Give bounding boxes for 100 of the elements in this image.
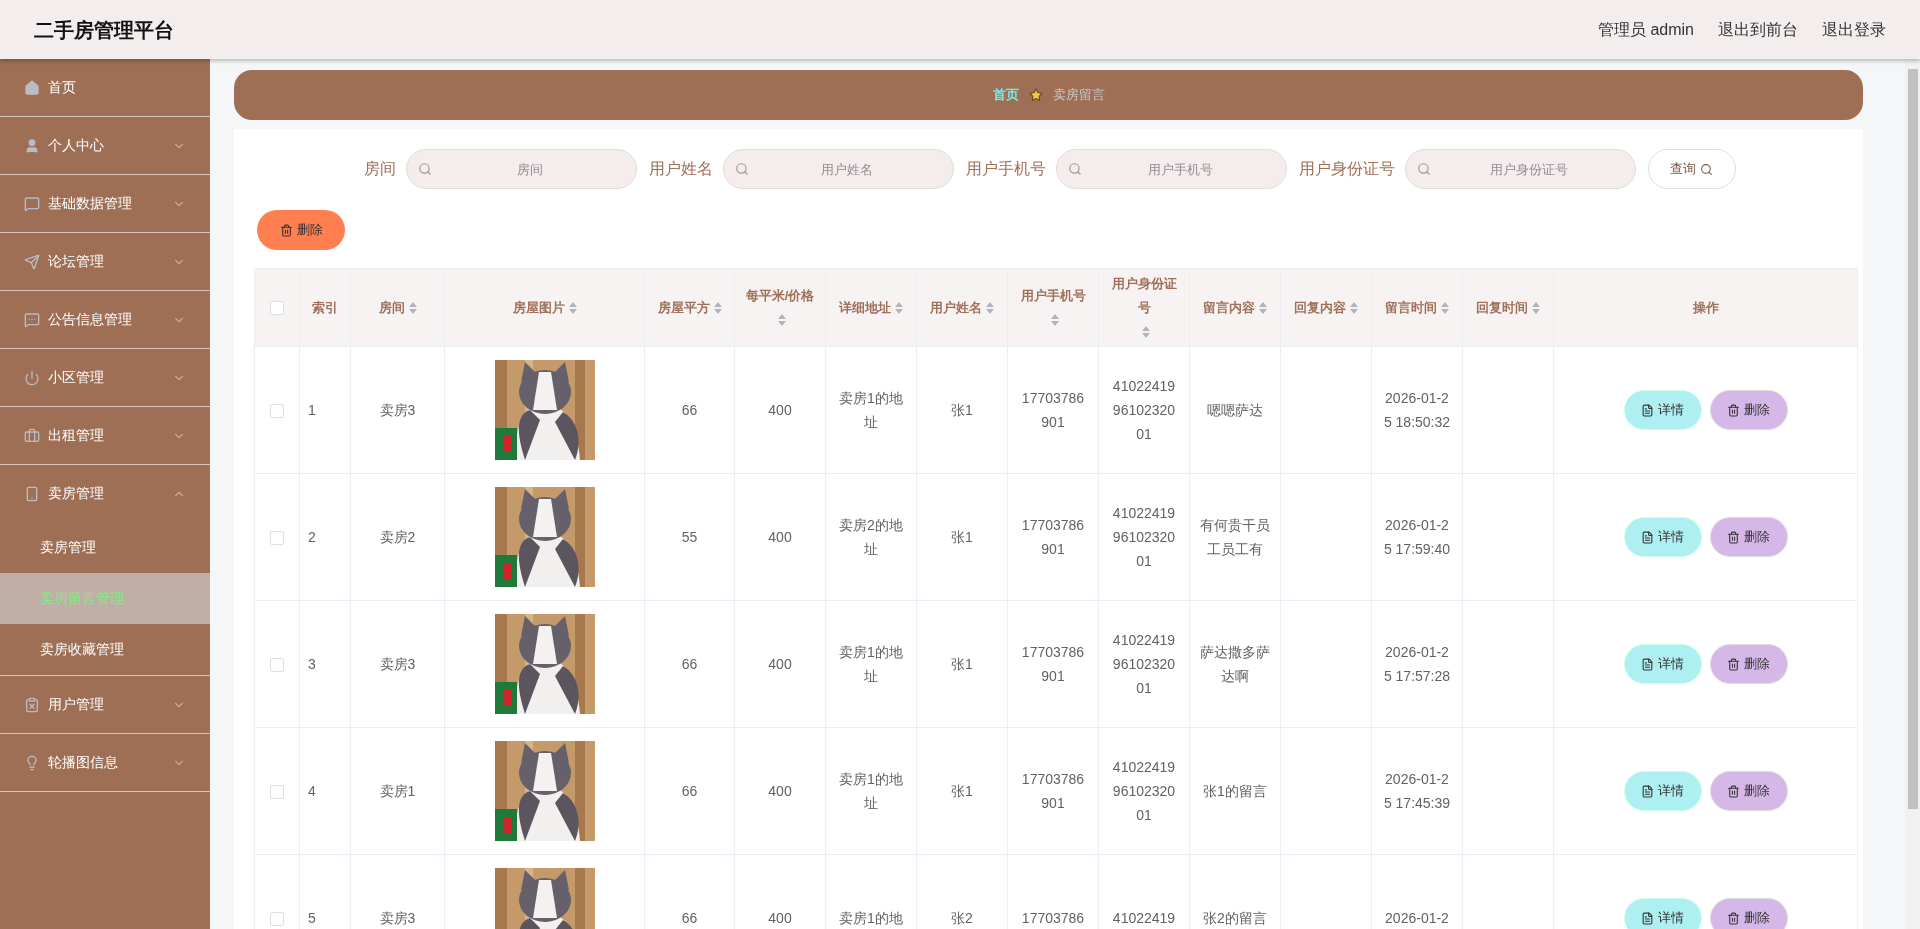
table-cell-text: 1: [308, 401, 316, 420]
trash-icon: [1727, 784, 1740, 798]
delete-button[interactable]: 删除: [1709, 517, 1788, 557]
sort-icon[interactable]: [778, 314, 786, 327]
column-heading[interactable]: 用户身份证号: [1098, 268, 1190, 347]
sidebar-item[interactable]: 论坛管理: [0, 233, 210, 290]
checkbox[interactable]: [270, 301, 284, 316]
breadcrumb-link[interactable]: 卖房留言: [1052, 85, 1105, 105]
table-cell-text: 5: [308, 909, 316, 928]
search-field[interactable]: 房间: [405, 149, 637, 189]
checkbox[interactable]: [270, 784, 284, 799]
table-cell-text: 2026-01-25 18:50:32: [1382, 389, 1452, 432]
header-link[interactable]: 退出到前台: [1718, 17, 1798, 42]
checkbox[interactable]: [270, 530, 284, 545]
table-cell-text: 400: [768, 655, 792, 674]
delete-button[interactable]: 删除: [1709, 771, 1788, 811]
paper-plane-icon: [24, 253, 40, 270]
table-cell-text: 2026-01-25 17:59:40: [1382, 516, 1452, 559]
table-cell-text: 张1的留言: [1203, 782, 1267, 801]
phone-icon: [24, 485, 40, 502]
sort-icon[interactable]: [1142, 326, 1150, 339]
column-heading[interactable]: 索引: [299, 268, 351, 347]
sort-icon[interactable]: [713, 301, 722, 314]
sidebar-item[interactable]: 首页: [0, 59, 210, 116]
sidebar-item[interactable]: 小区管理: [0, 349, 210, 406]
search-field[interactable]: 用户手机号: [1055, 149, 1287, 189]
table-cell-text: 400: [768, 909, 792, 928]
sort-icon[interactable]: [895, 301, 903, 314]
column-heading[interactable]: 用户手机号: [1007, 268, 1099, 347]
column-heading[interactable]: 留言时间: [1371, 268, 1463, 347]
sort-icon[interactable]: [1441, 301, 1449, 314]
header-link[interactable]: 管理员 admin: [1597, 17, 1694, 42]
lightbulb-icon: [24, 754, 40, 771]
sidebar-item[interactable]: 基础数据管理: [0, 175, 210, 232]
filter-label: 用户姓名: [648, 159, 713, 179]
sidebar-item[interactable]: 卖房管理: [0, 465, 210, 522]
sort-icon[interactable]: [986, 301, 994, 314]
column-heading[interactable]: 回复内容: [1280, 268, 1372, 347]
table-cell-text: 66: [681, 655, 698, 674]
delete-button[interactable]: 删除: [1709, 898, 1788, 929]
trash-icon: [1727, 657, 1740, 671]
column-heading[interactable]: 房屋图片: [444, 268, 645, 347]
home-icon: [24, 79, 40, 96]
table-cell-text: 66: [681, 909, 698, 928]
column-heading[interactable]: 详细地址: [825, 268, 917, 347]
table-cell-text: 410224199610232001: [1111, 377, 1177, 444]
delete-button[interactable]: 删除: [1709, 390, 1788, 430]
breadcrumb-link[interactable]: 首页: [992, 85, 1019, 105]
sort-icon[interactable]: [1051, 314, 1059, 327]
column-heading[interactable]: 操作: [1553, 268, 1858, 347]
details-button[interactable]: 详情: [1623, 390, 1702, 430]
details-button[interactable]: 详情: [1623, 898, 1702, 929]
details-button[interactable]: 详情: [1623, 517, 1702, 557]
sidebar-item[interactable]: 用户管理: [0, 676, 210, 733]
sort-icon[interactable]: [1532, 301, 1540, 314]
sidebar-item[interactable]: 个人中心: [0, 117, 210, 174]
sidebar-item[interactable]: 轮播图信息: [0, 734, 210, 791]
search-button[interactable]: 查询: [1647, 149, 1736, 189]
search-field[interactable]: 用户姓名: [722, 149, 954, 189]
details-button[interactable]: 详情: [1623, 644, 1702, 684]
checkbox[interactable]: [270, 911, 284, 926]
table-cell-text: 400: [768, 528, 792, 547]
sidebar-subitem[interactable]: 卖房管理: [0, 522, 210, 573]
sidebar-item[interactable]: 公告信息管理: [0, 291, 210, 348]
column-heading[interactable]: 房间: [350, 268, 445, 347]
search-field[interactable]: 用户身份证号: [1404, 149, 1636, 189]
table-cell-text: 17703786901: [1020, 389, 1086, 432]
checkbox[interactable]: [270, 657, 284, 672]
trash-icon: [1727, 530, 1740, 544]
sort-icon[interactable]: [568, 301, 577, 314]
table-cell-text: 卖房3: [379, 401, 416, 420]
delete-button[interactable]: 删除: [257, 210, 345, 250]
table-cell-text: 2026-01-2: [1385, 909, 1449, 928]
details-button[interactable]: 详情: [1623, 771, 1702, 811]
checkbox[interactable]: [270, 403, 284, 418]
search-icon: [734, 162, 749, 176]
table-cell-text: 萨达撒多萨达啊: [1199, 643, 1271, 686]
table-cell-text: 卖房1的地址: [838, 389, 904, 432]
header-link[interactable]: 退出登录: [1822, 17, 1886, 42]
delete-button[interactable]: 删除: [1709, 644, 1788, 684]
table-cell-text: 410224199610232001: [1111, 504, 1177, 571]
table-cell-text: 张1: [951, 655, 973, 674]
table-cell-text: 张2: [951, 909, 973, 928]
column-heading[interactable]: 留言内容: [1189, 268, 1281, 347]
sidebar-subitem[interactable]: 卖房收藏管理: [0, 624, 210, 675]
table-cell-text: 66: [681, 401, 698, 420]
document-icon: [1641, 911, 1654, 925]
column-heading[interactable]: 房屋平方: [644, 268, 735, 347]
sort-icon[interactable]: [1350, 301, 1358, 314]
sort-icon[interactable]: [1259, 301, 1267, 314]
app-title: 二手房管理平台: [34, 17, 174, 43]
column-heading[interactable]: 每平米/价格: [734, 268, 826, 347]
table-cell-text: 4: [308, 782, 316, 801]
document-icon: [1641, 784, 1654, 798]
message-icon: [24, 311, 40, 328]
scrollbar[interactable]: [1905, 59, 1920, 929]
column-heading[interactable]: 回复时间: [1462, 268, 1554, 347]
sort-icon[interactable]: [408, 301, 417, 314]
sidebar-item[interactable]: 出租管理: [0, 407, 210, 464]
column-heading[interactable]: 用户姓名: [916, 268, 1008, 347]
